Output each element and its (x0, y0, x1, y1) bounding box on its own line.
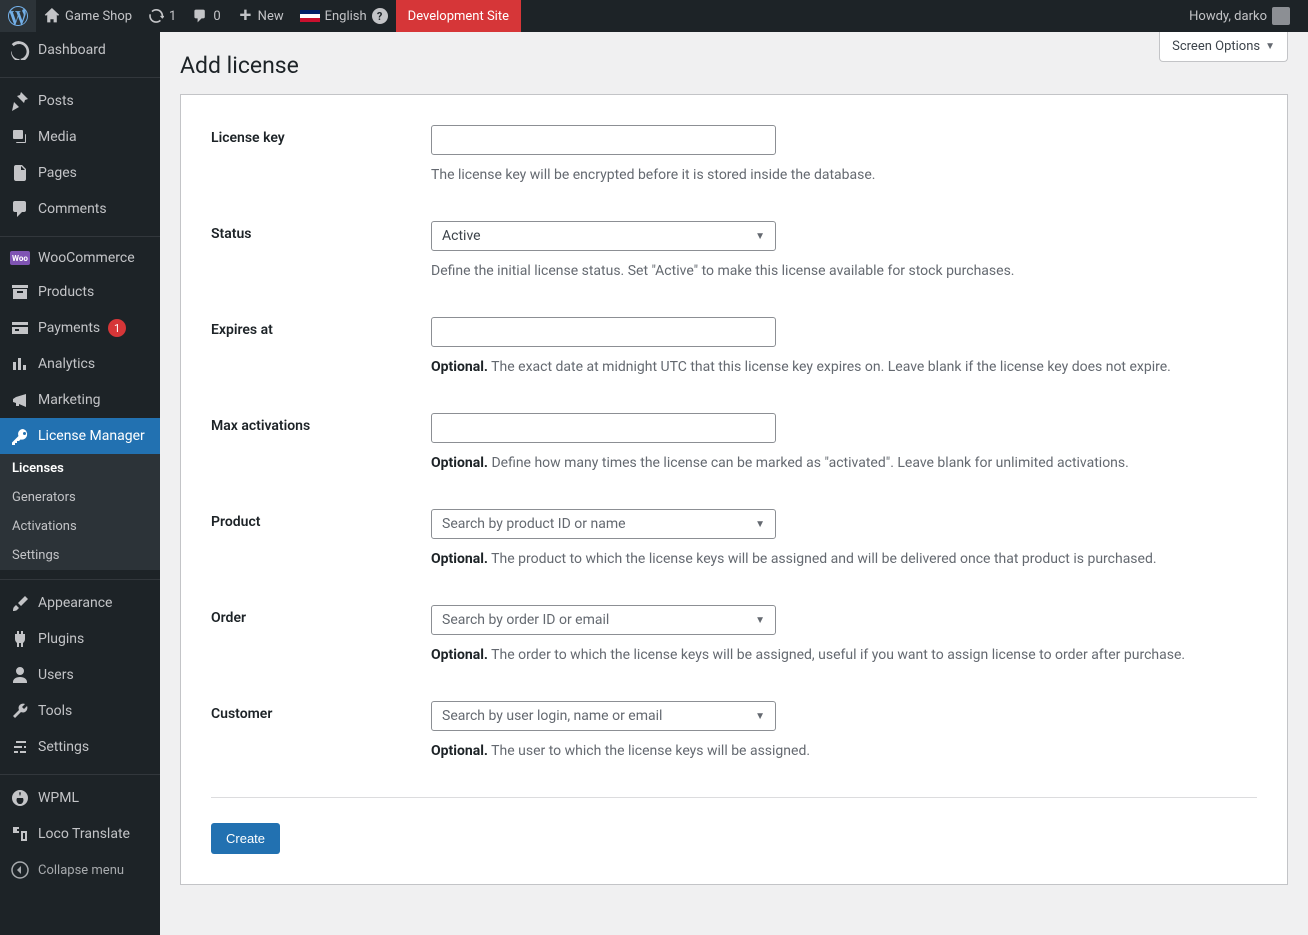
order-select[interactable]: Search by order ID or email ▼ (431, 605, 776, 635)
create-button[interactable]: Create (211, 823, 280, 854)
menu-users[interactable]: Users (0, 657, 160, 693)
menu-pages[interactable]: Pages (0, 155, 160, 191)
submenu-generators[interactable]: Generators (0, 483, 160, 512)
comments-link[interactable]: 0 (184, 0, 228, 32)
submenu-license-manager: Licenses Generators Activations Settings (0, 454, 160, 570)
chevron-down-icon: ▼ (755, 231, 765, 242)
home-icon (44, 8, 60, 24)
status-label: Status (211, 221, 431, 282)
chart-icon (10, 354, 30, 374)
menu-products[interactable]: Products (0, 274, 160, 310)
wrench-icon (10, 701, 30, 721)
help-icon: ? (372, 8, 388, 24)
menu-tools[interactable]: Tools (0, 693, 160, 729)
admin-sidebar: Dashboard Posts Media Pages Comments Woo… (0, 32, 160, 935)
submenu-settings[interactable]: Settings (0, 541, 160, 570)
plus-icon (237, 8, 253, 24)
submenu-activations[interactable]: Activations (0, 512, 160, 541)
menu-wpml[interactable]: WPML (0, 780, 160, 816)
chevron-down-icon: ▼ (1265, 41, 1275, 52)
woocommerce-icon: Woo (10, 251, 30, 265)
menu-plugins[interactable]: Plugins (0, 621, 160, 657)
status-select[interactable]: Active ▼ (431, 221, 776, 251)
comments-icon (10, 199, 30, 219)
archive-icon (10, 282, 30, 302)
site-name-label: Game Shop (65, 9, 132, 24)
updates-count: 1 (169, 9, 176, 24)
main-content: Screen Options ▼ Add license License key… (160, 32, 1308, 935)
megaphone-icon (10, 390, 30, 410)
media-icon (10, 127, 30, 147)
menu-analytics[interactable]: Analytics (0, 346, 160, 382)
translate-icon (10, 824, 30, 844)
order-help: Optional. The order to which the license… (431, 645, 1257, 666)
customer-select[interactable]: Search by user login, name or email ▼ (431, 701, 776, 731)
language-label: English (325, 9, 367, 24)
menu-woocommerce[interactable]: Woo WooCommerce (0, 242, 160, 274)
page-title: Add license (180, 52, 1288, 79)
new-label: New (258, 9, 284, 24)
submenu-licenses[interactable]: Licenses (0, 454, 160, 483)
menu-posts[interactable]: Posts (0, 83, 160, 119)
menu-dashboard[interactable]: Dashboard (0, 32, 160, 68)
menu-loco[interactable]: Loco Translate (0, 816, 160, 852)
greeting-label: Howdy, darko (1189, 9, 1267, 24)
comments-count: 0 (213, 9, 220, 24)
license-key-label: License key (211, 125, 431, 186)
updates-link[interactable]: 1 (140, 0, 184, 32)
comment-icon (192, 8, 208, 24)
flag-icon (300, 10, 320, 22)
chevron-down-icon: ▼ (755, 711, 765, 722)
menu-settings[interactable]: Settings (0, 729, 160, 765)
update-icon (148, 8, 164, 24)
menu-marketing[interactable]: Marketing (0, 382, 160, 418)
menu-payments[interactable]: Payments 1 (0, 310, 160, 346)
collapse-icon (10, 860, 30, 880)
max-activations-input[interactable] (431, 413, 776, 443)
wordpress-icon (8, 6, 28, 26)
expires-input[interactable] (431, 317, 776, 347)
sliders-icon (10, 737, 30, 757)
payments-badge: 1 (108, 319, 126, 337)
chevron-down-icon: ▼ (755, 519, 765, 530)
brush-icon (10, 593, 30, 613)
collapse-menu[interactable]: Collapse menu (0, 852, 160, 888)
product-label: Product (211, 509, 431, 570)
user-icon (10, 665, 30, 685)
license-key-help: The license key will be encrypted before… (431, 165, 1257, 186)
menu-media[interactable]: Media (0, 119, 160, 155)
key-icon (10, 426, 30, 446)
page-icon (10, 163, 30, 183)
expires-label: Expires at (211, 317, 431, 378)
product-help: Optional. The product to which the licen… (431, 549, 1257, 570)
menu-appearance[interactable]: Appearance (0, 585, 160, 621)
site-name-link[interactable]: Game Shop (36, 0, 140, 32)
form-panel: License key The license key will be encr… (180, 94, 1288, 885)
dev-site-badge[interactable]: Development Site (396, 0, 521, 32)
customer-label: Customer (211, 701, 431, 762)
globe-icon (10, 788, 30, 808)
user-greeting[interactable]: Howdy, darko (1181, 0, 1298, 32)
screen-options-button[interactable]: Screen Options ▼ (1159, 32, 1288, 62)
avatar (1272, 7, 1290, 25)
pin-icon (10, 91, 30, 111)
customer-help: Optional. The user to which the license … (431, 741, 1257, 762)
order-label: Order (211, 605, 431, 666)
chevron-down-icon: ▼ (755, 615, 765, 626)
menu-comments[interactable]: Comments (0, 191, 160, 227)
product-select[interactable]: Search by product ID or name ▼ (431, 509, 776, 539)
max-activations-label: Max activations (211, 413, 431, 474)
dashboard-icon (10, 40, 30, 60)
plug-icon (10, 629, 30, 649)
new-link[interactable]: New (229, 0, 292, 32)
payments-icon (10, 318, 30, 338)
status-help: Define the initial license status. Set "… (431, 261, 1257, 282)
menu-license-manager[interactable]: License Manager (0, 418, 160, 454)
max-activations-help: Optional. Define how many times the lice… (431, 453, 1257, 474)
admin-bar: Game Shop 1 0 New English ? Development … (0, 0, 1308, 32)
wp-logo[interactable] (0, 0, 36, 32)
license-key-input[interactable] (431, 125, 776, 155)
language-link[interactable]: English ? (292, 0, 396, 32)
expires-help: Optional. The exact date at midnight UTC… (431, 357, 1257, 378)
